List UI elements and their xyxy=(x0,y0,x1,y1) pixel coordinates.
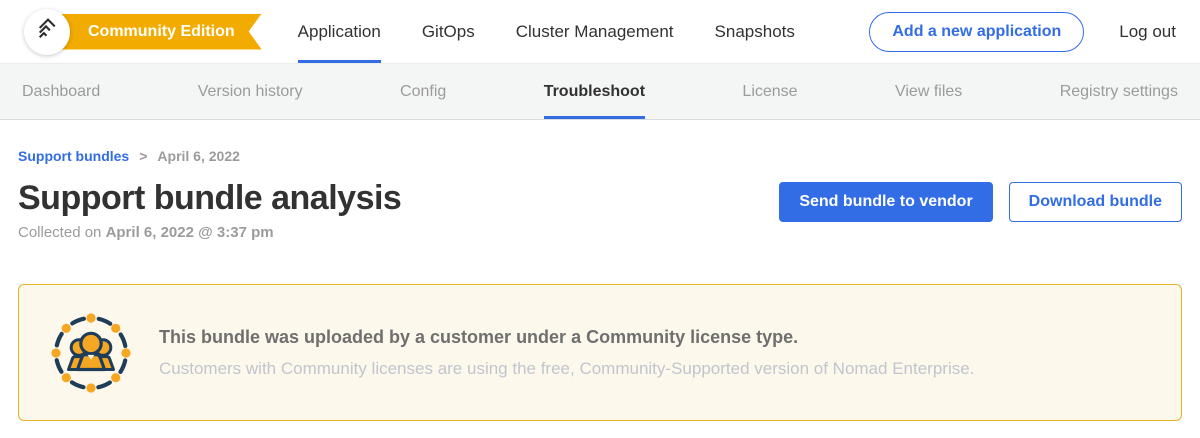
add-new-application-button[interactable]: Add a new application xyxy=(869,12,1084,52)
subtab-config[interactable]: Config xyxy=(400,64,446,119)
top-nav-items: Application GitOps Cluster Management Sn… xyxy=(298,0,795,63)
brand: Community Edition xyxy=(0,0,262,63)
community-edition-badge: Community Edition xyxy=(40,14,262,50)
logout-link[interactable]: Log out xyxy=(1119,22,1176,42)
notice-text: This bundle was uploaded by a customer u… xyxy=(159,327,974,379)
main-content: Support bundles > April 6, 2022 Support … xyxy=(0,148,1200,421)
subtab-view-files[interactable]: View files xyxy=(895,64,962,119)
replicated-logo-icon xyxy=(34,16,61,48)
download-bundle-button[interactable]: Download bundle xyxy=(1009,182,1182,222)
app-sub-navigation: Dashboard Version history Config Trouble… xyxy=(0,63,1200,120)
subtab-registry-settings[interactable]: Registry settings xyxy=(1060,64,1178,119)
tab-cluster-management[interactable]: Cluster Management xyxy=(516,0,674,63)
subtab-version-history[interactable]: Version history xyxy=(198,64,303,119)
notice-body: Customers with Community licenses are us… xyxy=(159,359,974,379)
subtab-troubleshoot[interactable]: Troubleshoot xyxy=(544,64,645,119)
send-bundle-to-vendor-button[interactable]: Send bundle to vendor xyxy=(779,182,992,222)
community-license-notice: This bundle was uploaded by a customer u… xyxy=(18,284,1182,421)
subtab-license[interactable]: License xyxy=(742,64,797,119)
breadcrumb-support-bundles-link[interactable]: Support bundles xyxy=(18,148,129,164)
subtab-dashboard[interactable]: Dashboard xyxy=(22,64,100,119)
app-logo[interactable] xyxy=(24,9,70,55)
title-block: Support bundle analysis Collected on Apr… xyxy=(18,179,401,241)
tab-application[interactable]: Application xyxy=(298,0,381,63)
collected-timestamp: Collected on April 6, 2022 @ 3:37 pm xyxy=(18,224,401,241)
top-navigation: Community Edition Application GitOps Clu… xyxy=(0,0,1200,63)
page-title: Support bundle analysis xyxy=(18,179,401,218)
notice-heading: This bundle was uploaded by a customer u… xyxy=(159,327,974,348)
title-row: Support bundle analysis Collected on Apr… xyxy=(18,179,1182,241)
tab-gitops[interactable]: GitOps xyxy=(422,0,475,63)
community-people-icon xyxy=(51,313,131,393)
collected-prefix: Collected on xyxy=(18,224,106,241)
tab-snapshots[interactable]: Snapshots xyxy=(715,0,795,63)
breadcrumb: Support bundles > April 6, 2022 xyxy=(18,148,1182,164)
collected-date: April 6, 2022 @ 3:37 pm xyxy=(106,224,274,241)
breadcrumb-separator: > xyxy=(139,148,147,164)
breadcrumb-current: April 6, 2022 xyxy=(157,148,240,164)
bundle-actions: Send bundle to vendor Download bundle xyxy=(779,179,1182,222)
